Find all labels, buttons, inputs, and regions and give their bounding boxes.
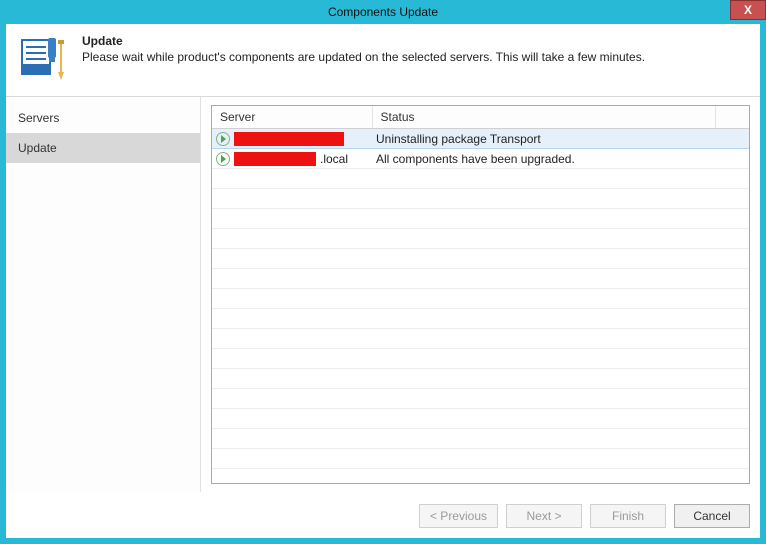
page-title: Update <box>82 34 645 48</box>
table-row-empty <box>212 329 749 349</box>
header-text: Update Please wait while product's compo… <box>82 34 645 64</box>
col-server[interactable]: Server <box>212 106 372 129</box>
window-title: Components Update <box>328 5 438 19</box>
previous-button: < Previous <box>419 504 498 528</box>
table-row-empty <box>212 449 749 469</box>
table-row-empty <box>212 209 749 229</box>
status-cell: Uninstalling package Transport <box>372 129 715 149</box>
server-suffix: .local <box>320 152 348 166</box>
col-spacer <box>715 106 749 129</box>
titlebar: Components Update X <box>0 0 766 24</box>
sidebar-item-servers[interactable]: Servers <box>6 103 200 133</box>
table-row[interactable]: .local All components have been upgraded. <box>212 149 749 169</box>
table-row-empty <box>212 429 749 449</box>
cancel-button[interactable]: Cancel <box>674 504 750 528</box>
table-row-empty <box>212 349 749 369</box>
table-row[interactable]: Uninstalling package Transport <box>212 129 749 149</box>
table-row-empty <box>212 249 749 269</box>
table-row-empty <box>212 369 749 389</box>
redacted-server-name <box>234 132 344 146</box>
redacted-server-name <box>234 152 316 166</box>
content: Server Status Uninstalling package Trans… <box>201 97 760 492</box>
table-row-empty <box>212 189 749 209</box>
page-description: Please wait while product's components a… <box>82 50 645 64</box>
table-row-empty <box>212 309 749 329</box>
close-button[interactable]: X <box>730 0 766 20</box>
table-row-empty <box>212 389 749 409</box>
sidebar-item-update[interactable]: Update <box>6 133 200 163</box>
finish-button: Finish <box>590 504 666 528</box>
wizard-footer: < Previous Next > Finish Cancel <box>6 492 760 538</box>
table-row-empty <box>212 289 749 309</box>
servers-table: Server Status Uninstalling package Trans… <box>211 105 750 484</box>
table-row-empty <box>212 409 749 429</box>
play-icon <box>216 152 230 166</box>
close-icon: X <box>744 3 752 17</box>
sidebar: Servers Update <box>6 97 201 492</box>
status-cell: All components have been upgraded. <box>372 149 715 169</box>
next-button: Next > <box>506 504 582 528</box>
update-icon <box>20 34 68 82</box>
table-row-empty <box>212 469 749 485</box>
play-icon <box>216 132 230 146</box>
table-row-empty <box>212 269 749 289</box>
table-row-empty <box>212 169 749 189</box>
main: Servers Update Server Status Uninstallin… <box>6 96 760 492</box>
col-status[interactable]: Status <box>372 106 715 129</box>
table-row-empty <box>212 229 749 249</box>
header: Update Please wait while product's compo… <box>6 24 760 96</box>
